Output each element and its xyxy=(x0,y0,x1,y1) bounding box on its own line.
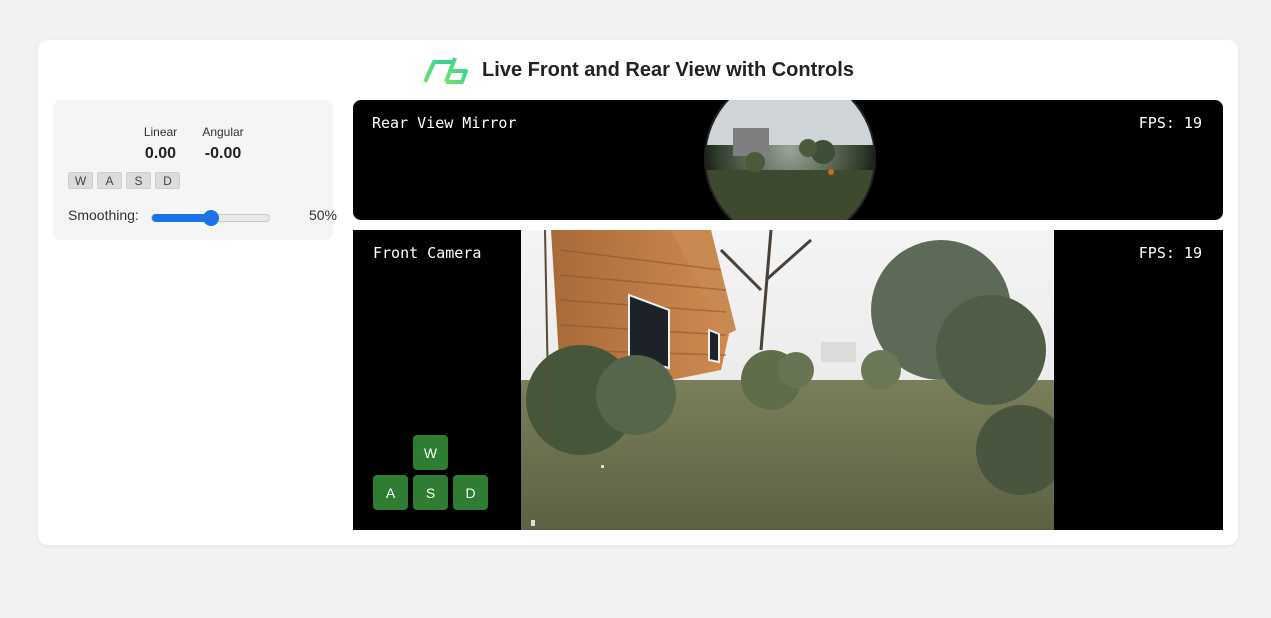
smoothing-slider-fill xyxy=(152,214,211,222)
linear-value: 0.00 xyxy=(144,145,177,162)
linear-readout: Linear 0.00 xyxy=(138,125,183,163)
key-indicators: W A S D xyxy=(68,172,180,189)
front-camera-feed: Front Camera FPS: 19 W A S D xyxy=(353,230,1223,530)
smoothing-control: Smoothing: 50% xyxy=(68,206,337,226)
smoothing-slider[interactable] xyxy=(151,210,270,226)
d-button[interactable]: D xyxy=(453,475,488,510)
key-indicator-a: A xyxy=(97,172,122,189)
a-button[interactable]: A xyxy=(373,475,408,510)
key-indicator-s: S xyxy=(126,172,151,189)
main-card: Live Front and Rear View with Controls L… xyxy=(38,40,1238,545)
angular-label: Angular xyxy=(202,125,244,139)
front-camera-image xyxy=(521,230,1054,530)
logo-icon xyxy=(423,57,469,84)
rear-fps: FPS: 19 xyxy=(1138,114,1202,132)
s-button[interactable]: S xyxy=(413,475,448,510)
smoothing-value: 50% xyxy=(308,207,337,223)
rear-view-feed: Rear View Mirror FPS: 19 xyxy=(353,100,1223,220)
w-button[interactable]: W xyxy=(413,435,448,470)
angular-value: -0.00 xyxy=(204,145,242,162)
smoothing-label: Smoothing: xyxy=(68,207,139,223)
header: Live Front and Rear View with Controls xyxy=(38,52,1238,88)
front-fps: FPS: 19 xyxy=(1138,244,1202,262)
rear-view-label: Rear View Mirror xyxy=(372,114,517,132)
control-panel: Linear 0.00 Angular -0.00 W A S D Smooth… xyxy=(53,100,337,240)
page-title: Live Front and Rear View with Controls xyxy=(482,58,854,81)
smoothing-slider-thumb[interactable] xyxy=(202,210,219,226)
key-indicator-d: D xyxy=(155,172,180,189)
angular-readout: Angular -0.00 xyxy=(198,125,248,163)
linear-label: Linear xyxy=(143,125,178,139)
front-camera-label: Front Camera xyxy=(373,244,482,262)
key-indicator-w: W xyxy=(68,172,93,189)
